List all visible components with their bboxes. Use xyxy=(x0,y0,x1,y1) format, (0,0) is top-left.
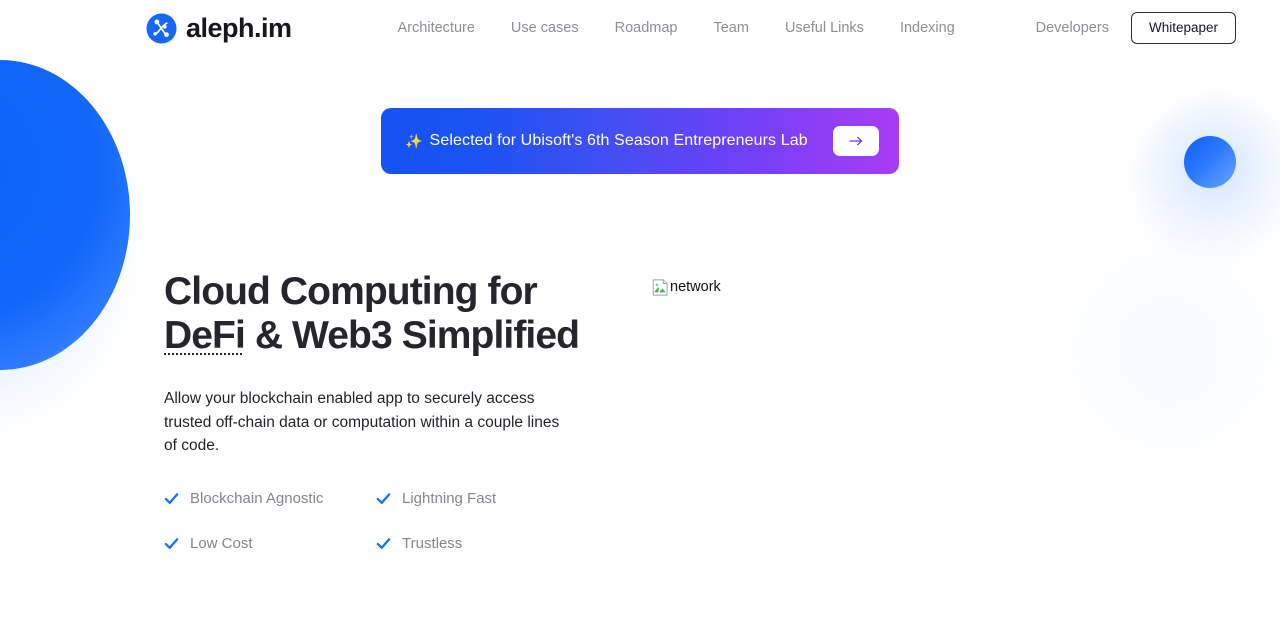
aleph-node-graph-icon xyxy=(146,12,177,44)
hero-title-abbr-defi[interactable]: DeFi xyxy=(164,314,246,357)
sparkles-icon: ✨ xyxy=(405,133,423,149)
network-illustration-broken-image: network xyxy=(652,278,721,296)
broken-image-alt-text: network xyxy=(670,279,721,295)
announcement-text-wrap: ✨ Selected for Ubisoft's 6th Season Entr… xyxy=(405,132,808,150)
feature-item-trustless: Trustless xyxy=(376,535,588,553)
brand-name: aleph.im xyxy=(186,12,292,43)
check-icon xyxy=(376,538,391,549)
feature-item-blockchain-agnostic: Blockchain Agnostic xyxy=(164,490,376,508)
check-icon xyxy=(376,493,391,504)
announcement-row: ✨ Selected for Ubisoft's 6th Season Entr… xyxy=(0,108,1280,174)
brand-logo-link[interactable]: aleph.im xyxy=(146,12,292,44)
whitepaper-button[interactable]: Whitepaper xyxy=(1130,11,1236,45)
feature-label: Trustless xyxy=(402,534,463,552)
check-icon xyxy=(164,493,179,504)
nav-item-team[interactable]: Team xyxy=(695,14,766,42)
announcement-arrow-button[interactable] xyxy=(833,126,879,156)
feature-label: Blockchain Agnostic xyxy=(190,489,324,507)
hero-media: network xyxy=(652,270,721,553)
nav-item-indexing[interactable]: Indexing xyxy=(882,14,973,42)
feature-item-low-cost: Low Cost xyxy=(164,535,376,553)
nav-item-architecture[interactable]: Architecture xyxy=(380,14,493,42)
main-navigation: Architecture Use cases Roadmap Team Usef… xyxy=(380,14,973,42)
announcement-banner[interactable]: ✨ Selected for Ubisoft's 6th Season Entr… xyxy=(381,108,899,174)
nav-item-use-cases[interactable]: Use cases xyxy=(493,14,597,42)
nav-item-useful-links[interactable]: Useful Links xyxy=(767,14,882,42)
hero-section: Cloud Computing for DeFi & Web3 Simplifi… xyxy=(0,270,1280,553)
check-icon xyxy=(164,538,179,549)
announcement-message: Selected for Ubisoft's 6th Season Entrep… xyxy=(429,132,808,149)
hero-title-line-2-rest: & Web3 Simplified xyxy=(244,314,580,357)
hero-subtitle: Allow your blockchain enabled app to sec… xyxy=(164,390,560,454)
arrow-right-icon xyxy=(848,136,862,146)
broken-image-icon xyxy=(652,279,668,296)
page-title: Cloud Computing for DeFi & Web3 Simplifi… xyxy=(164,270,604,358)
nav-item-roadmap[interactable]: Roadmap xyxy=(597,14,696,42)
feature-label: Lightning Fast xyxy=(402,489,497,507)
hero-title-line-1: Cloud Computing for xyxy=(164,270,538,313)
feature-item-lightning-fast: Lightning Fast xyxy=(376,490,588,508)
hero-feature-list: Blockchain Agnostic Lightning Fast Low C… xyxy=(164,490,604,553)
header-actions: Developers Whitepaper xyxy=(1034,11,1236,45)
nav-item-developers[interactable]: Developers xyxy=(1034,14,1111,42)
site-header: aleph.im Architecture Use cases Roadmap … xyxy=(0,0,1280,56)
hero-copy: Cloud Computing for DeFi & Web3 Simplifi… xyxy=(164,270,604,553)
feature-label: Low Cost xyxy=(190,534,253,552)
